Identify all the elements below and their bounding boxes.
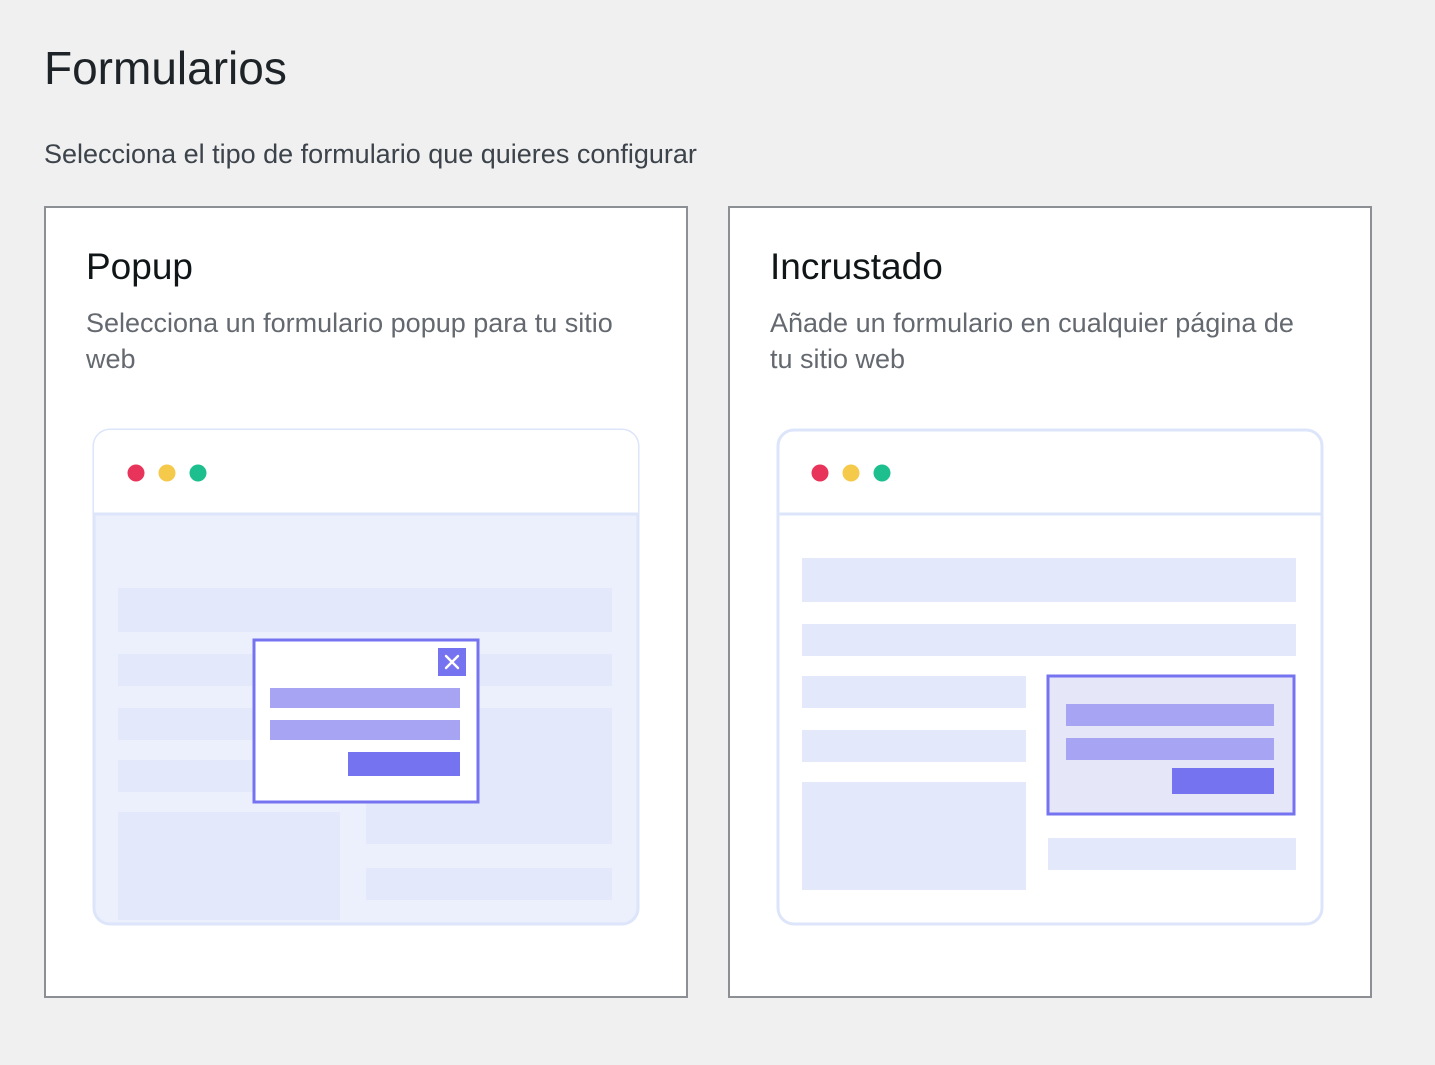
card-title: Popup [86, 246, 193, 287]
form-type-card-embedded[interactable]: Incrustado Añade un formulario en cualqu… [728, 206, 1372, 998]
form-type-card-popup[interactable]: Popup Selecciona un formulario popup par… [44, 206, 688, 998]
card-description: Añade un formulario en cualquier página … [770, 308, 1294, 374]
popup-form-illustration [92, 428, 640, 926]
page-subtitle: Selecciona el tipo de formulario que qui… [44, 139, 697, 169]
window-dot-red [127, 464, 145, 482]
window-dot-green [189, 464, 207, 482]
window-dot-green [873, 464, 891, 482]
window-dot-yellow [158, 464, 176, 482]
card-description: Selecciona un formulario popup para tu s… [86, 308, 613, 374]
embedded-form-illustration [776, 428, 1324, 926]
window-dot-yellow [842, 464, 860, 482]
window-dot-red [811, 464, 829, 482]
page-title: Formularios [44, 42, 287, 94]
card-title: Incrustado [770, 246, 943, 287]
